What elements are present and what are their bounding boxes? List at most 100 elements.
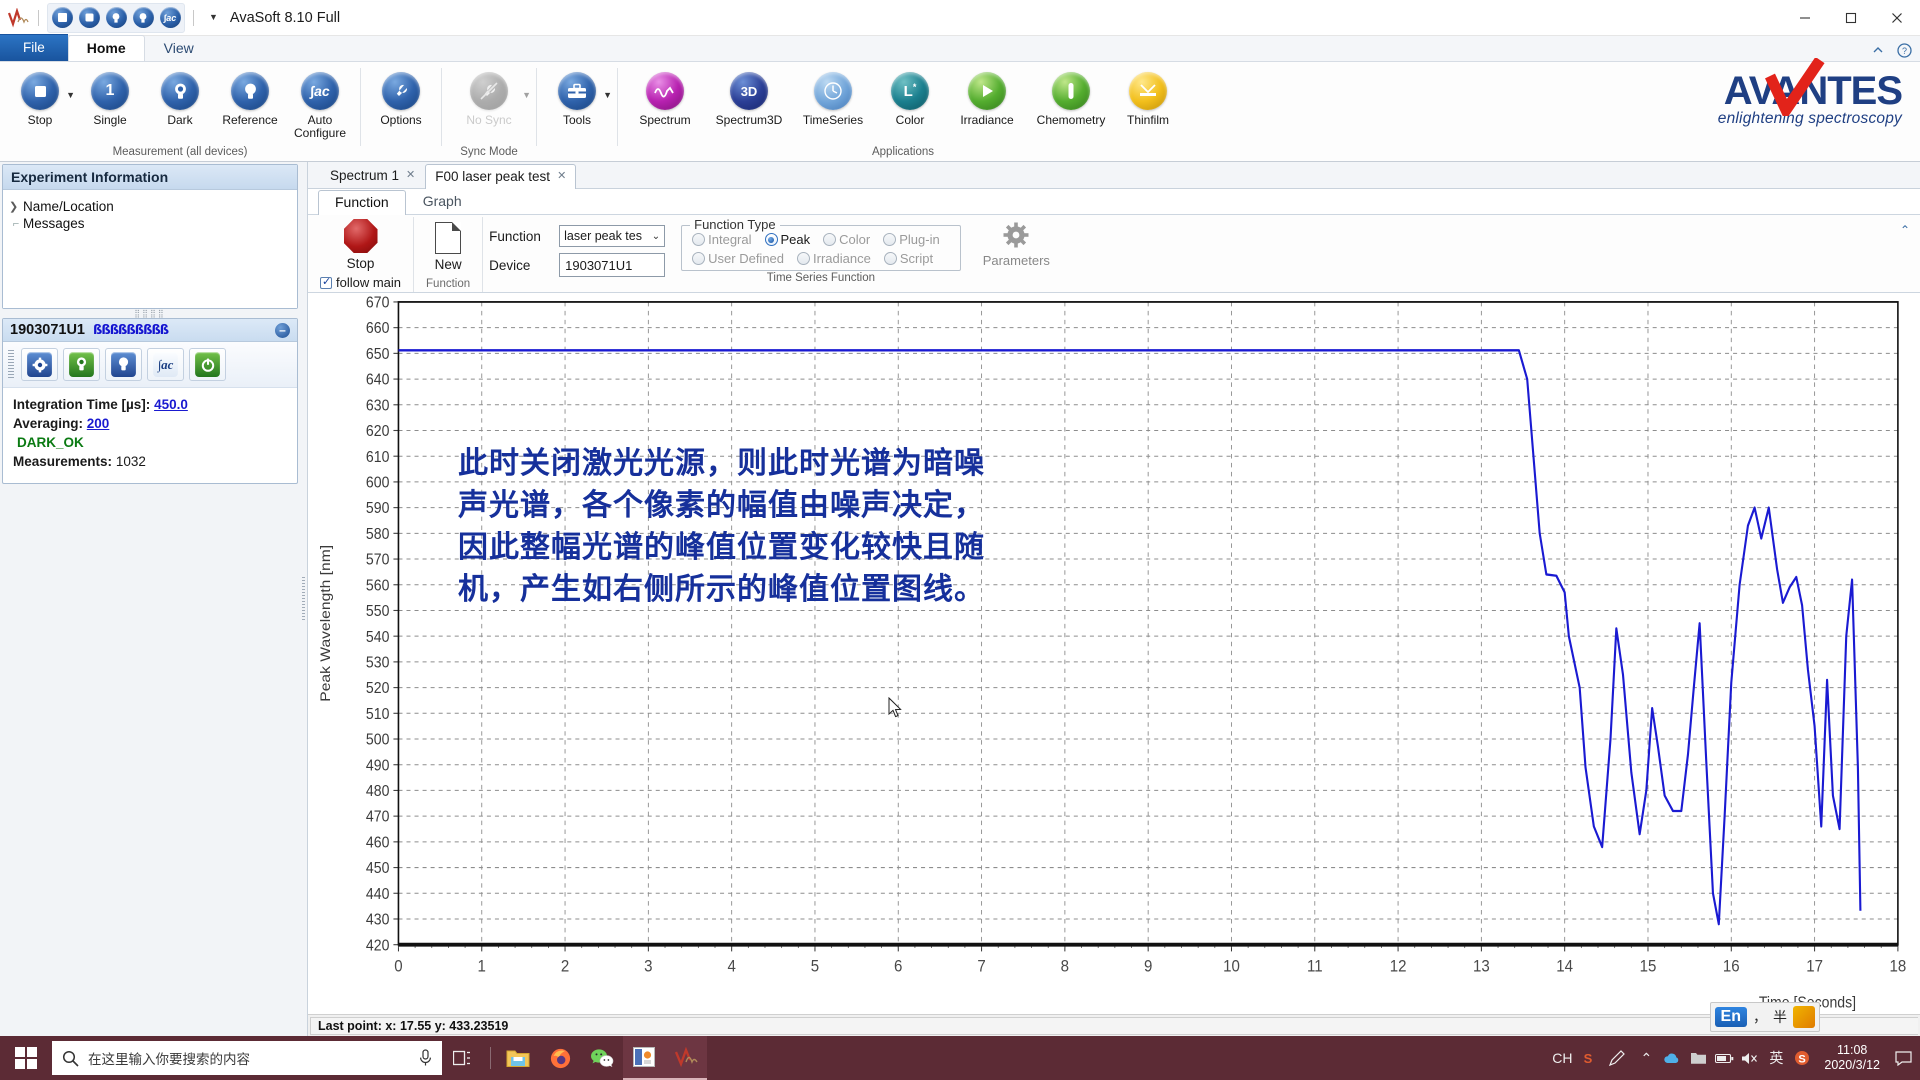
close-button[interactable] xyxy=(1874,0,1920,36)
tab-view[interactable]: View xyxy=(145,35,213,61)
ime-width-toggle[interactable]: 半 xyxy=(1773,1007,1787,1027)
tab-graph[interactable]: Graph xyxy=(406,189,479,214)
radio-user-defined[interactable]: User Defined xyxy=(692,251,794,266)
new-column: New Function xyxy=(414,217,484,292)
tab-file[interactable]: File xyxy=(0,34,68,61)
panel-splitter[interactable] xyxy=(300,162,307,1036)
ribbon-timeseries-button[interactable]: TimeSeries xyxy=(792,68,874,127)
maximize-button[interactable] xyxy=(1828,0,1874,36)
tab-home[interactable]: Home xyxy=(67,35,145,61)
function-toolbar: Stop follow main New Function xyxy=(308,215,1920,293)
taskbar-firefox[interactable] xyxy=(539,1036,581,1080)
ribbon-spectrum-button[interactable]: Spectrum xyxy=(624,68,706,127)
ribbon-spectrum-label: Spectrum xyxy=(639,113,691,127)
ribbon-spectrum3d-button[interactable]: 3D Spectrum3D xyxy=(708,68,790,127)
tree-item-messages[interactable]: ⌐ Messages xyxy=(9,215,291,232)
nosync-dropdown-icon[interactable]: ▼ xyxy=(522,90,531,100)
integration-time-value[interactable]: 450.0 xyxy=(154,397,188,412)
stop-dropdown-icon[interactable]: ▼ xyxy=(66,90,75,100)
toolbar-grip[interactable] xyxy=(8,349,14,380)
qat-customize-icon[interactable]: ▼ xyxy=(209,13,218,22)
doc-tab-spectrum-1[interactable]: Spectrum 1 ✕ xyxy=(320,163,425,188)
microphone-icon[interactable] xyxy=(419,1049,432,1067)
ribbon-options-button[interactable]: Options xyxy=(367,68,435,127)
ribbon-chemometry-button[interactable]: Chemometry xyxy=(1030,68,1112,127)
tree-item-name-location[interactable]: ❯ Name/Location xyxy=(9,198,291,215)
start-button[interactable] xyxy=(0,1036,52,1080)
device-jac-button[interactable]: ∫ac xyxy=(147,348,184,381)
radio-plugin[interactable]: Plug-in xyxy=(883,232,949,247)
device-dark-button[interactable] xyxy=(63,348,100,381)
ime-cn-icon[interactable]: 英 xyxy=(1764,1046,1788,1070)
device-input[interactable]: 1903071U1 xyxy=(559,253,666,277)
averaging-row: Averaging: 200 xyxy=(13,414,287,433)
radio-irradiance[interactable]: Irradiance xyxy=(797,251,881,266)
action-center-icon[interactable] xyxy=(1890,1046,1916,1070)
doc-tab-laser-peak-test[interactable]: F00 laser peak test ✕ xyxy=(425,164,577,189)
device-settings-button[interactable] xyxy=(21,348,58,381)
sidebar-splitter[interactable]: ⣿⣿⣿⣿ xyxy=(2,309,298,318)
svg-text:590: 590 xyxy=(366,501,389,518)
ribbon-group-options-label xyxy=(361,146,441,162)
battery-icon[interactable] xyxy=(1712,1046,1736,1070)
taskbar-clock[interactable]: 11:08 2020/3/12 xyxy=(1816,1043,1888,1073)
ribbon-irradiance-button[interactable]: Irradiance xyxy=(946,68,1028,127)
taskbar-avasoft[interactable] xyxy=(665,1036,707,1080)
function-new-button[interactable]: New xyxy=(429,219,468,272)
chart-container[interactable]: 420 430 440 450 460 470 480 490 500 510 520 530 540 5… xyxy=(308,293,1920,1014)
ribbon-color-button[interactable]: L* Color xyxy=(876,68,944,127)
averaging-value[interactable]: 200 xyxy=(87,416,110,431)
ribbon-thinfilm-button[interactable]: Thinfilm xyxy=(1114,68,1182,127)
sogou-icon[interactable]: S xyxy=(1576,1046,1600,1070)
ime-indicator[interactable]: En ， 半 xyxy=(1709,1002,1820,1032)
parameters-button[interactable]: Parameters xyxy=(967,217,1066,292)
ribbon-nosync-button[interactable]: No Sync ▼ xyxy=(448,68,531,127)
tray-s-icon[interactable]: S xyxy=(1790,1046,1814,1070)
radio-peak[interactable]: Peak xyxy=(764,232,821,247)
qat-dark-button[interactable] xyxy=(103,5,129,31)
follow-main-checkbox[interactable]: follow main xyxy=(320,275,401,292)
tools-dropdown-icon[interactable]: ▼ xyxy=(603,90,612,100)
ribbon-single-button[interactable]: 1 Single xyxy=(76,68,144,127)
ime-language-badge[interactable]: En xyxy=(1714,1007,1747,1027)
qat-stop-button[interactable] xyxy=(49,5,75,31)
taskbar-file-explorer[interactable] xyxy=(497,1036,539,1080)
taskbar-wechat[interactable] xyxy=(581,1036,623,1080)
function-stop-button[interactable]: Stop xyxy=(338,219,384,271)
taskbar-search-box[interactable]: 在这里输入你要搜索的内容 xyxy=(52,1041,442,1075)
task-view-button[interactable] xyxy=(442,1036,484,1080)
ime-logo-icon[interactable] xyxy=(1793,1006,1815,1028)
ime-punctuation-toggle[interactable]: ， xyxy=(1753,1007,1767,1027)
tab-function[interactable]: Function xyxy=(318,190,406,215)
cloud-icon[interactable] xyxy=(1660,1046,1684,1070)
function-select[interactable]: laser peak tes ⌄ xyxy=(559,225,666,247)
help-icon[interactable]: ? xyxy=(1896,42,1912,58)
ribbon-reference-button[interactable]: Reference xyxy=(216,68,284,127)
volume-icon[interactable] xyxy=(1738,1046,1762,1070)
pen-icon[interactable] xyxy=(1602,1046,1632,1070)
folder-tray-icon[interactable] xyxy=(1686,1046,1710,1070)
ribbon-autoconfigure-button[interactable]: ∫ac Auto Configure xyxy=(286,68,354,140)
minimize-ribbon-icon[interactable] xyxy=(1870,42,1886,58)
peak-wavelength-chart[interactable]: 4204304404504604704804905005105205305405… xyxy=(308,293,1920,1014)
panel-collapse-icon[interactable]: ⌃ xyxy=(1900,217,1920,237)
doc-tab-laser-peak-test-close-icon[interactable]: ✕ xyxy=(557,168,566,185)
device-collapse-button[interactable]: – xyxy=(275,322,290,338)
device-power-button[interactable] xyxy=(189,348,226,381)
radio-script[interactable]: Script xyxy=(883,251,943,266)
qat-single-button[interactable] xyxy=(76,5,102,31)
minimize-button[interactable] xyxy=(1782,0,1828,36)
radio-integral[interactable]: Integral xyxy=(692,232,761,247)
qat-autoconfigure-button[interactable]: ∫ac xyxy=(157,5,183,31)
ribbon-tools-button[interactable]: Tools ▼ xyxy=(543,68,612,127)
ribbon-dark-button[interactable]: Dark xyxy=(146,68,214,127)
chevron-up-icon[interactable]: ⌃ xyxy=(1634,1046,1658,1070)
doc-tab-spectrum-1-close-icon[interactable]: ✕ xyxy=(406,167,415,184)
taskbar-image-viewer[interactable] xyxy=(623,1036,665,1080)
qat-reference-button[interactable] xyxy=(130,5,156,31)
ch-icon[interactable]: CH xyxy=(1550,1046,1574,1070)
device-reference-button[interactable] xyxy=(105,348,142,381)
radio-color[interactable]: Color xyxy=(823,232,880,247)
ribbon-stop-button[interactable]: Stop ▼ xyxy=(6,68,75,127)
follow-main-checkbox-box[interactable] xyxy=(320,275,332,289)
